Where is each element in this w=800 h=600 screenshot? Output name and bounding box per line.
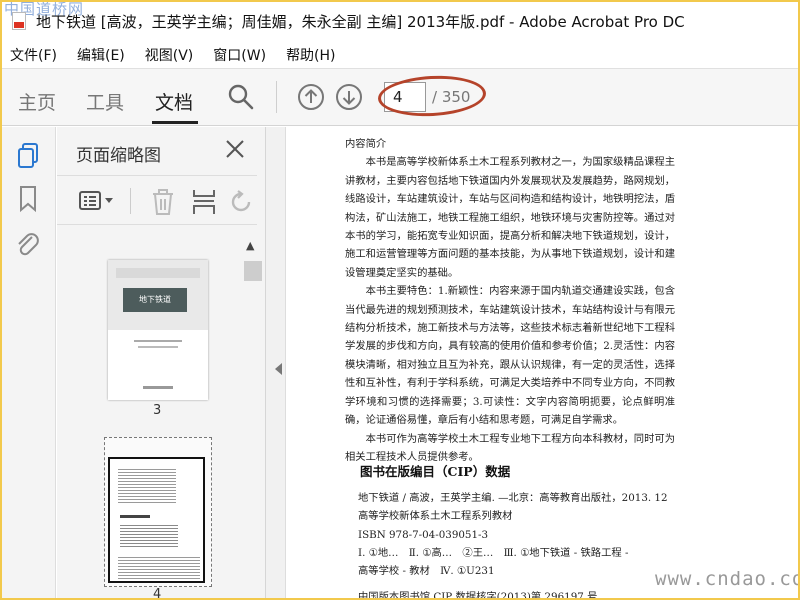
tab-document[interactable]: 文档 — [155, 88, 193, 115]
cip-block: 地下铁道 / 高波，王英学主编. —北京：高等教育出版社，2013. 12 高等… — [358, 489, 688, 600]
toolbar-separator — [276, 81, 277, 113]
next-page-icon[interactable] — [335, 83, 363, 111]
scroll-up-arrow[interactable]: ▲ — [246, 239, 254, 252]
watermark-bottom: www.cndao.com — [655, 568, 800, 590]
cover-author-line — [138, 346, 178, 348]
menu-window[interactable]: 窗口(W) — [213, 45, 266, 65]
window-title: 地下铁道 [高波，王英学主编；周佳媚，朱永全副 主编] 2013年版.pdf -… — [36, 12, 685, 31]
panel-title: 页面缩略图 — [76, 146, 161, 166]
cover-author-line — [134, 340, 182, 342]
cover-publisher-line — [143, 386, 173, 389]
title-bar: 中国道桥网 地下铁道 [高波，王英学主编；周佳媚，朱永全副 主编] 2013年版… — [0, 0, 800, 42]
thumb-text-block — [118, 555, 200, 581]
menu-bar: 文件(F) 编辑(E) 视图(V) 窗口(W) 帮助(H) — [0, 42, 800, 68]
search-icon[interactable] — [227, 83, 255, 111]
cover-title-block: 地下铁道 — [123, 288, 187, 312]
menu-help[interactable]: 帮助(H) — [286, 45, 335, 65]
scrollbar-thumb[interactable] — [244, 261, 262, 281]
thumbnails-panel: 页面缩略图 ▲ 地下铁道 3 4 — [57, 127, 266, 600]
cip-line: 地下铁道 / 高波，王英学主编. —北京：高等教育出版社，2013. 12 — [358, 492, 668, 504]
cip-line: 中国版本图书馆 CIP 数据核字(2013)第 296197 号 — [358, 591, 598, 600]
attachment-icon[interactable] — [14, 229, 40, 257]
thumb-text-block — [120, 523, 178, 547]
thumbnail-label: 3 — [153, 403, 162, 418]
navigation-rail — [0, 127, 56, 600]
previous-page-icon[interactable] — [297, 83, 325, 111]
menu-edit[interactable]: 编辑(E) — [77, 45, 125, 65]
thumbnail-page-4[interactable] — [108, 457, 205, 583]
cip-title: 图书在版编目（CIP）数据 — [360, 464, 511, 479]
cip-line: ISBN 978-7-04-039051-3 — [358, 528, 489, 541]
cover-image-strip — [116, 268, 200, 278]
pdf-file-icon — [12, 12, 26, 30]
tab-tools[interactable]: 工具 — [86, 88, 124, 115]
options-menu-icon[interactable] — [78, 190, 116, 212]
doc-paragraph: 本书主要特色：1.新颖性：内容来源于国内轨道交通建设实践，包含当代最先进的规划预… — [345, 285, 675, 427]
rotate-icon[interactable] — [229, 190, 253, 214]
cip-line: Ⅰ. ①地… Ⅱ. ①高… ②王… Ⅲ. ①地下铁道 - 铁路工程 - — [358, 546, 629, 559]
menu-file[interactable]: 文件(F) — [10, 45, 57, 65]
thumbnail-label: 4 — [153, 587, 162, 600]
doc-paragraph: 本书是高等学校新体系土木工程系列教材之一，为国家级精品课程主讲教材，主要内容包括… — [345, 156, 675, 279]
tab-home[interactable]: 主页 — [18, 88, 56, 115]
document-body: 内容简介 本书是高等学校新体系土木工程系列教材之一，为国家级精品课程主讲教材，主… — [345, 135, 675, 466]
tool-separator — [130, 188, 131, 214]
thumb-text-block — [118, 467, 176, 505]
page-thumbnails-icon[interactable] — [16, 141, 42, 169]
thumb-heading-line — [120, 515, 150, 518]
extract-pages-icon[interactable] — [191, 188, 217, 216]
cip-line: 高等学校 - 教材 Ⅳ. ①U231 — [358, 565, 495, 578]
menu-view[interactable]: 视图(V) — [145, 45, 194, 65]
active-tab-indicator — [152, 121, 198, 124]
close-icon[interactable] — [225, 139, 245, 159]
thumbnail-page-3[interactable]: 地下铁道 — [108, 260, 208, 400]
bookmark-icon[interactable] — [18, 185, 38, 213]
doc-heading: 内容简介 — [345, 138, 387, 150]
document-view[interactable]: 内容简介 本书是高等学校新体系土木工程系列教材之一，为国家级精品课程主讲教材，主… — [287, 127, 800, 600]
thumbnail-toolbar — [57, 175, 257, 225]
cip-line: 高等学校新体系土木工程系列教材 — [358, 510, 513, 523]
collapse-panel-arrow[interactable] — [275, 363, 282, 375]
cip-line — [358, 580, 688, 588]
delete-icon[interactable] — [150, 188, 176, 216]
